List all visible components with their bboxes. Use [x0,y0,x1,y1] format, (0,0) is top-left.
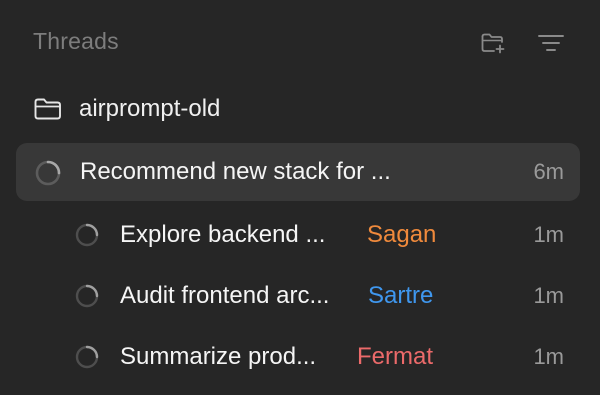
thread-title: Recommend new stack for ... [80,158,391,185]
project-name: airprompt-old [79,95,221,122]
loading-spinner-icon [35,160,61,186]
agent-name: Sartre [368,282,434,309]
threads-header: Threads [0,0,600,86]
loading-spinner-icon [75,345,99,369]
panel-title: Threads [33,28,119,54]
subthread-row[interactable]: Explore backend ... Sagan 1m [16,207,580,263]
agent-name: Sagan [367,221,437,248]
subthread-time: 1m [533,344,564,369]
subthread-title: Audit frontend arc... [120,282,330,309]
folder-icon [33,97,63,121]
subthread-time: 1m [533,222,564,247]
agent-name: Fermat [357,343,434,370]
loading-spinner-icon [75,284,99,308]
filter-lines-icon [538,35,564,51]
subthread-time: 1m [533,283,564,308]
folder-plus-icon [481,33,505,54]
project-folder-row[interactable]: airprompt-old [16,86,580,132]
loading-spinner-icon [75,223,99,247]
new-folder-button[interactable] [476,28,510,58]
subthread-row[interactable]: Audit frontend arc... Sartre 1m [16,268,580,324]
thread-time: 6m [533,159,564,184]
filter-button[interactable] [534,28,568,58]
subthread-title: Summarize prod... [120,343,317,370]
subthread-title: Explore backend ... [120,221,326,248]
thread-row-selected[interactable]: Recommend new stack for ... 6m [16,143,580,201]
threads-panel: Threads airprompt-old Recommend new stac… [0,0,600,395]
subthread-row[interactable]: Summarize prod... Fermat 1m [16,329,580,385]
